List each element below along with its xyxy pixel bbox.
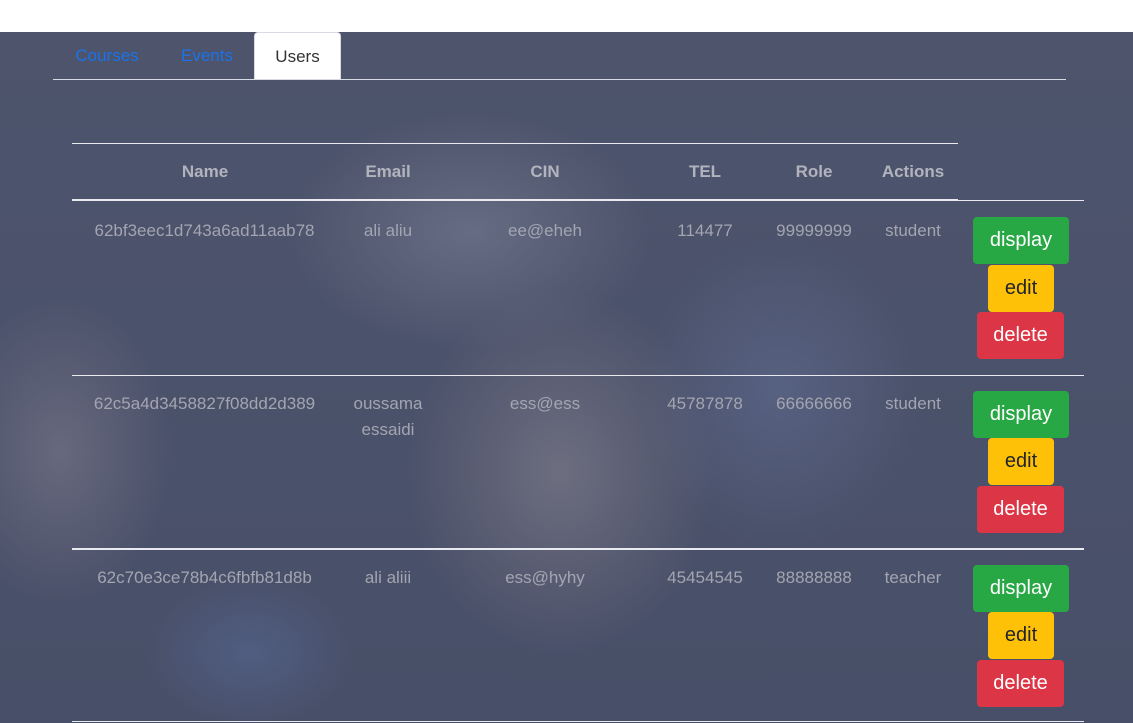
cell-email: ess@ess <box>509 394 581 413</box>
cell-id: 62c5a4d3458827f08dd2d389 <box>93 394 316 413</box>
cell-role: student <box>885 394 941 413</box>
cell-name: oussama essaidi <box>353 394 423 439</box>
cell-cin: 45787878 <box>667 394 743 413</box>
nav-tabs: Courses Events Users <box>53 32 1066 80</box>
tab-users[interactable]: Users <box>254 32 341 79</box>
top-white-bar <box>0 0 1133 32</box>
cell-id: 62c70e3ce78b4c6fbfb81d8b <box>97 568 312 587</box>
cell-name: ali aliii <box>364 568 412 587</box>
cell-email: ee@eheh <box>508 221 582 240</box>
tab-courses[interactable]: Courses <box>74 32 140 79</box>
cell-name: ali aliu <box>363 221 413 240</box>
cell-cin: 114477 <box>677 221 733 240</box>
display-button[interactable]: display <box>973 217 1069 264</box>
cell-id: 62bf3eec1d743a6ad11aab78 <box>94 221 315 240</box>
cell-email: ess@hyhy <box>505 568 585 587</box>
header-bottom-border <box>72 199 958 201</box>
delete-button[interactable]: delete <box>977 312 1064 359</box>
cell-tel: 66666666 <box>776 394 852 413</box>
edit-button[interactable]: edit <box>988 612 1054 659</box>
delete-button[interactable]: delete <box>977 660 1064 707</box>
row-divider <box>72 548 1084 550</box>
header-email: Email <box>365 162 411 181</box>
header-tel: TEL <box>688 162 722 181</box>
edit-button[interactable]: edit <box>988 438 1054 485</box>
display-button[interactable]: display <box>973 391 1069 438</box>
display-button[interactable]: display <box>973 565 1069 612</box>
header-actions: Actions <box>881 162 945 181</box>
header-role: Role <box>795 162 833 181</box>
cell-role: teacher <box>884 568 942 587</box>
cell-tel: 99999999 <box>776 221 852 240</box>
edit-button[interactable]: edit <box>988 265 1054 312</box>
cell-cin: 45454545 <box>667 568 743 587</box>
row-divider <box>72 375 1084 376</box>
tab-events[interactable]: Events <box>180 32 234 79</box>
delete-button[interactable]: delete <box>977 486 1064 533</box>
cell-tel: 88888888 <box>776 568 852 587</box>
table-top-border <box>72 143 958 144</box>
header-name: Name <box>181 162 229 181</box>
users-page: Courses Events Users Name Email CIN TEL … <box>0 32 1133 723</box>
cell-role: student <box>885 221 941 240</box>
header-cin: CIN <box>530 162 560 181</box>
row-divider <box>72 721 1084 722</box>
header-bottom-border-extension <box>958 200 1084 201</box>
